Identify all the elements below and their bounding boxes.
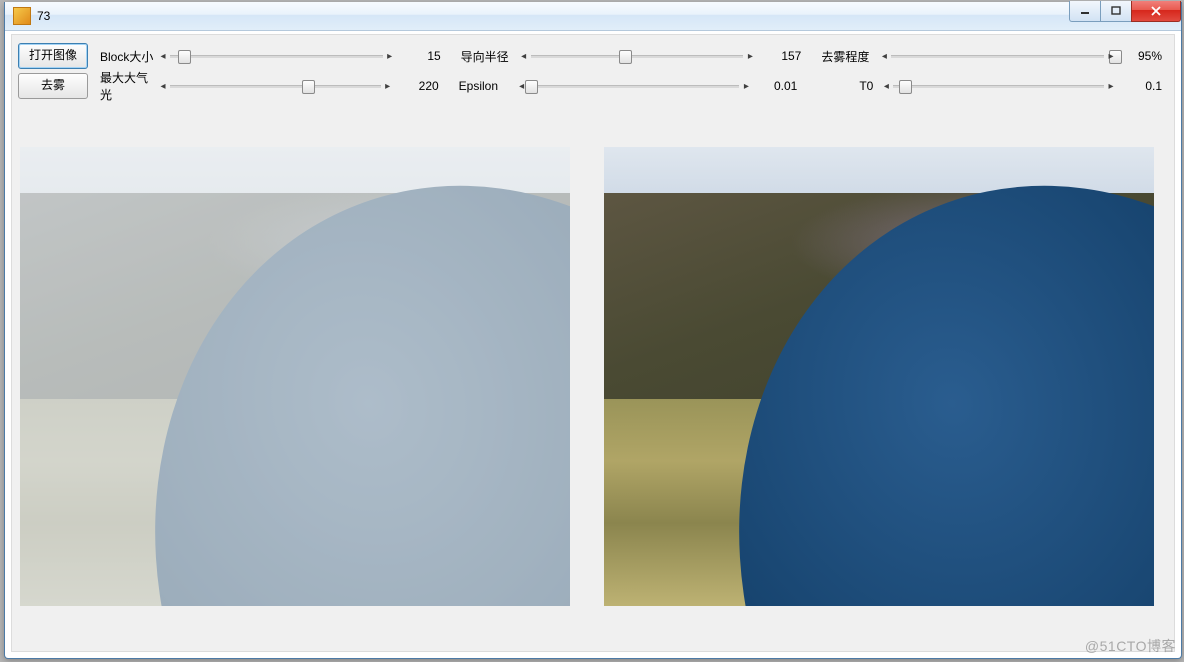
block-size-label: Block大小	[100, 48, 156, 65]
arrow-left-icon[interactable]: ◂	[879, 77, 893, 95]
arrow-left-icon[interactable]: ◂	[877, 47, 891, 65]
slider-thumb[interactable]	[899, 80, 912, 94]
slider-track	[170, 85, 381, 88]
guide-radius-value: 157	[757, 49, 807, 63]
minimize-icon	[1080, 6, 1090, 16]
client-area: 打开图像 Block大小 ◂ ▸ 15 导向半径 ◂	[11, 34, 1175, 652]
dehaze-level-label: 去雾程度	[821, 48, 877, 65]
app-icon	[13, 7, 31, 25]
arrow-right-icon[interactable]: ▸	[743, 47, 757, 65]
window-title: 73	[37, 9, 50, 23]
maximize-button[interactable]	[1100, 1, 1132, 22]
epsilon-label: Epsilon	[459, 79, 515, 93]
image-row	[12, 103, 1174, 614]
arrow-left-icon[interactable]: ◂	[156, 47, 170, 65]
epsilon-slider[interactable]: ◂ ▸	[515, 77, 754, 95]
slider-track	[893, 85, 1104, 88]
arrow-left-icon[interactable]: ◂	[517, 47, 531, 65]
slider-track	[531, 55, 744, 58]
t0-label: T0	[817, 79, 879, 93]
arrow-left-icon[interactable]: ◂	[156, 77, 170, 95]
slider-thumb[interactable]	[178, 50, 191, 64]
block-size-value: 15	[397, 49, 447, 63]
guide-radius-label: 导向半径	[461, 48, 517, 65]
t0-value: 0.1	[1118, 79, 1168, 93]
titlebar[interactable]: 73	[5, 2, 1181, 31]
slider-thumb[interactable]	[302, 80, 315, 94]
controls-row-1: 打开图像 Block大小 ◂ ▸ 15 导向半径 ◂	[18, 41, 1168, 71]
dehaze-level-value: 95%	[1118, 49, 1168, 63]
result-image	[604, 147, 1154, 606]
minimize-button[interactable]	[1069, 1, 1101, 22]
arrow-right-icon[interactable]: ▸	[381, 77, 395, 95]
close-button[interactable]	[1131, 1, 1181, 22]
block-size-slider[interactable]: ◂ ▸	[156, 47, 397, 65]
controls-panel: 打开图像 Block大小 ◂ ▸ 15 导向半径 ◂	[12, 35, 1174, 103]
arrow-right-icon[interactable]: ▸	[1104, 77, 1118, 95]
arrow-right-icon[interactable]: ▸	[739, 77, 753, 95]
dehaze-button[interactable]: 去雾	[18, 73, 88, 99]
max-atmos-label: 最大大气光	[100, 69, 156, 103]
app-window: 73 打开图像 Block大小 ◂	[4, 2, 1182, 659]
max-atmos-value: 220	[395, 79, 445, 93]
slider-thumb[interactable]	[619, 50, 632, 64]
open-image-button[interactable]: 打开图像	[18, 43, 88, 69]
controls-row-2: 去雾 最大大气光 ◂ ▸ 220 Epsilon ◂	[18, 71, 1168, 101]
epsilon-value: 0.01	[753, 79, 803, 93]
maximize-icon	[1111, 6, 1121, 16]
watermark: @51CTO博客	[1085, 636, 1176, 656]
window-buttons	[1070, 1, 1181, 21]
close-icon	[1150, 6, 1162, 16]
slider-track	[891, 55, 1104, 58]
t0-slider[interactable]: ◂ ▸	[879, 77, 1118, 95]
slider-track	[170, 55, 383, 58]
dehaze-level-slider[interactable]: ◂ ▸	[877, 47, 1118, 65]
arrow-right-icon[interactable]: ▸	[383, 47, 397, 65]
slider-track	[529, 85, 740, 88]
arrow-right-icon[interactable]: ▸	[1104, 47, 1118, 65]
slider-thumb[interactable]	[525, 80, 538, 94]
guide-radius-slider[interactable]: ◂ ▸	[517, 47, 758, 65]
max-atmos-slider[interactable]: ◂ ▸	[156, 77, 395, 95]
source-image	[20, 147, 570, 606]
